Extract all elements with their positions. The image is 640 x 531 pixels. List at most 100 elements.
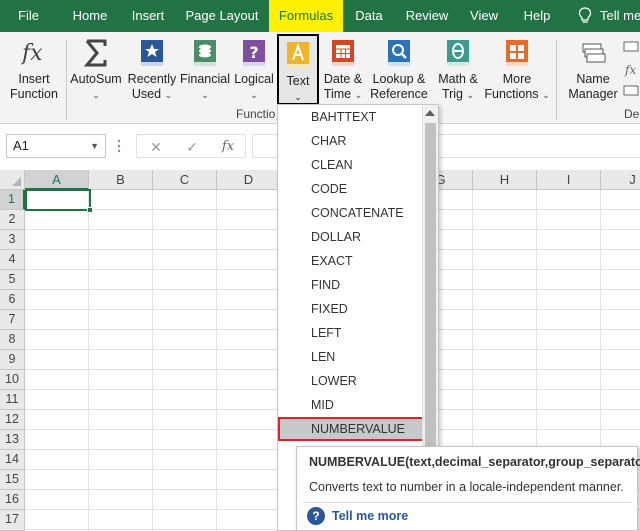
select-all-button[interactable]	[0, 170, 25, 190]
row-header-4[interactable]: 4	[0, 250, 25, 270]
defined-names-small-icons[interactable]: fx	[622, 38, 640, 100]
active-cell-a1[interactable]	[25, 189, 91, 211]
name-manager-button[interactable]: Name Manager	[566, 34, 620, 106]
more-label-2: Functions	[484, 87, 539, 101]
ribbon-tab-bar: File Home Insert Page Layout Formulas Da…	[0, 0, 640, 32]
row-header-6[interactable]: 6	[0, 290, 25, 310]
tab-help[interactable]: Help	[513, 0, 561, 32]
insert-function-fx-icon[interactable]: fx	[217, 137, 239, 157]
tab-home[interactable]: Home	[60, 0, 120, 32]
formula-bar-grip-icon[interactable]	[116, 138, 122, 154]
chevron-down-icon: ⌄	[542, 90, 550, 100]
svg-text:?: ?	[249, 43, 258, 62]
math-label-2: Trig	[441, 87, 464, 101]
autosum-label: AutoSum	[70, 72, 122, 86]
menu-item-clean[interactable]: CLEAN	[278, 153, 422, 177]
menu-item-char[interactable]: CHAR	[278, 129, 422, 153]
lookup-reference-button[interactable]: Lookup &Reference ⌄	[370, 34, 428, 115]
autosum-button[interactable]: AutoSum ⌄	[70, 34, 122, 106]
name-box[interactable]: A1 ▼	[6, 134, 106, 158]
tab-view[interactable]: View	[460, 0, 508, 32]
ribbon-separator	[556, 40, 557, 120]
menu-item-left[interactable]: LEFT	[278, 321, 422, 345]
column-header-b[interactable]: B	[89, 170, 153, 190]
date-time-label-2: Time	[323, 87, 352, 101]
tab-page-layout[interactable]: Page Layout	[180, 0, 264, 32]
scroll-up-arrow-icon[interactable]	[425, 110, 435, 116]
financial-button[interactable]: Financial ⌄	[180, 34, 230, 106]
name-box-value: A1	[13, 138, 29, 153]
column-header-h[interactable]: H	[473, 170, 537, 190]
row-header-9[interactable]: 9	[0, 350, 25, 370]
name-tags-icon	[582, 43, 606, 63]
chevron-down-icon[interactable]: ▼	[90, 135, 99, 157]
tab-data[interactable]: Data	[344, 0, 394, 32]
question-book-icon: ?	[243, 40, 265, 66]
fill-handle[interactable]	[87, 207, 93, 213]
column-header-d[interactable]: D	[217, 170, 281, 190]
logical-label: Logical	[234, 72, 274, 86]
menu-item-find[interactable]: FIND	[278, 273, 422, 297]
menu-item-code[interactable]: CODE	[278, 177, 422, 201]
tab-formulas[interactable]: Formulas	[269, 0, 343, 32]
more-functions-button[interactable]: More Functions ⌄	[484, 34, 550, 106]
date-time-button[interactable]: Date & Time ⌄	[318, 34, 368, 106]
text-functions-button[interactable]: Text ⌄	[277, 34, 319, 105]
menu-item-numbervalue[interactable]: NUMBERVALUE	[278, 417, 426, 441]
row-header-8[interactable]: 8	[0, 330, 25, 350]
menu-item-exact[interactable]: EXACT	[278, 249, 422, 273]
row-header-2[interactable]: 2	[0, 210, 25, 230]
row-header-12[interactable]: 12	[0, 410, 25, 430]
row-header-16[interactable]: 16	[0, 490, 25, 510]
tell-me-more-link[interactable]: Tell me more	[332, 509, 408, 523]
row-header-13[interactable]: 13	[0, 430, 25, 450]
chevron-down-icon: ⌄	[250, 90, 258, 100]
chevron-down-icon: ⌄	[92, 90, 100, 100]
tab-insert[interactable]: Insert	[120, 0, 176, 32]
column-header-i[interactable]: I	[537, 170, 601, 190]
row-header-14[interactable]: 14	[0, 450, 25, 470]
tooltip-signature: NUMBERVALUE(text,decimal_separator,group…	[309, 455, 640, 469]
row-header-1[interactable]: 1	[0, 190, 25, 210]
cancel-icon[interactable]: ✕	[145, 137, 167, 157]
menu-item-lower[interactable]: LOWER	[278, 369, 422, 393]
menu-item-bahttext[interactable]: BAHTTEXT	[278, 105, 422, 129]
math-trig-button[interactable]: Math & Trig ⌄	[434, 34, 482, 106]
row-header-15[interactable]: 15	[0, 470, 25, 490]
menu-item-len[interactable]: LEN	[278, 345, 422, 369]
star-book-icon	[141, 40, 163, 66]
defined-names-group-label: De	[624, 107, 640, 121]
money-book-icon	[194, 40, 216, 66]
help-question-icon[interactable]: ?	[307, 507, 325, 525]
insert-function-button[interactable]: fx Insert Function	[6, 34, 62, 106]
tooltip-divider	[303, 502, 631, 503]
row-header-3[interactable]: 3	[0, 230, 25, 250]
row-header-11[interactable]: 11	[0, 390, 25, 410]
row-header-17[interactable]: 17	[0, 510, 25, 531]
chevron-down-icon: ⌄	[164, 90, 173, 100]
tab-review[interactable]: Review	[399, 0, 455, 32]
svg-text:fx: fx	[21, 41, 43, 66]
row-header-10[interactable]: 10	[0, 370, 25, 390]
menu-item-fixed[interactable]: FIXED	[278, 297, 422, 321]
row-header-5[interactable]: 5	[0, 270, 25, 290]
chevron-down-icon: ⌄	[354, 90, 363, 100]
recently-used-label-2: Used	[131, 87, 162, 101]
tab-file[interactable]: File	[0, 0, 57, 32]
calendar-book-icon	[332, 40, 354, 66]
logical-button[interactable]: ? Logical ⌄	[232, 34, 276, 106]
enter-check-icon[interactable]: ✓	[181, 137, 203, 157]
column-header-c[interactable]: C	[153, 170, 217, 190]
column-header-j[interactable]: J	[601, 170, 640, 190]
column-header-a[interactable]: A	[25, 170, 89, 190]
menu-item-concatenate[interactable]: CONCATENATE	[278, 201, 422, 225]
tell-me-search[interactable]: Tell me	[600, 0, 640, 32]
menu-item-dollar[interactable]: DOLLAR	[278, 225, 422, 249]
formula-buttons: ✕ ✓ fx	[136, 134, 246, 158]
row-header-7[interactable]: 7	[0, 310, 25, 330]
function-library-group-label: Functio	[236, 107, 276, 121]
lightbulb-icon[interactable]	[578, 7, 592, 25]
insert-function-label-1: Insert	[18, 72, 50, 86]
menu-item-mid[interactable]: MID	[278, 393, 422, 417]
recently-used-button[interactable]: Recently Used ⌄	[126, 34, 178, 106]
